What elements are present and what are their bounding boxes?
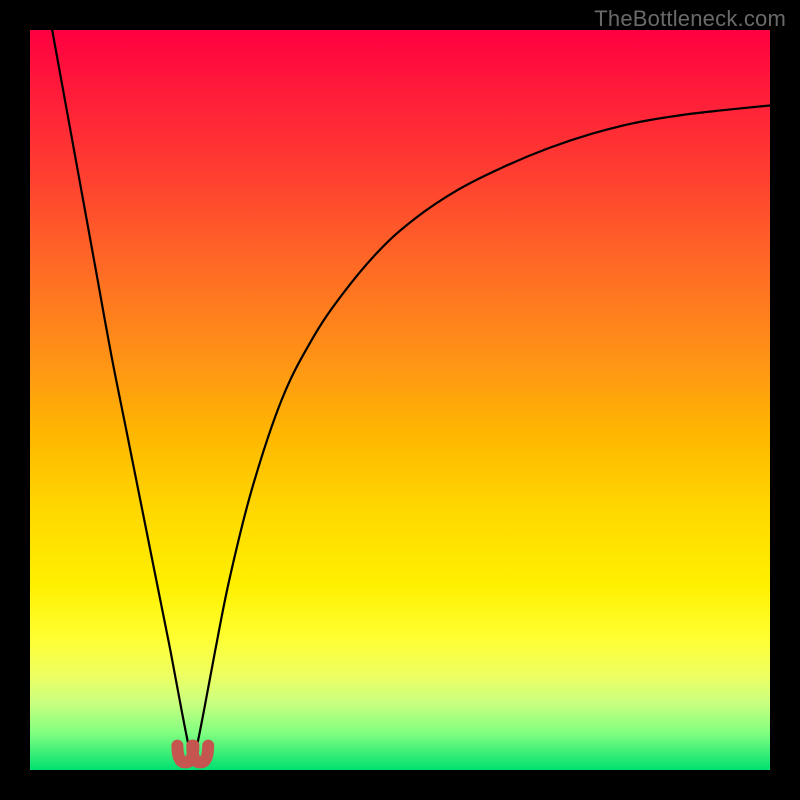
optimum-markers [177, 746, 208, 763]
watermark-text: TheBottleneck.com [594, 6, 786, 32]
optimum-marker [192, 746, 208, 763]
bottleneck-curve [52, 30, 770, 759]
plot-area [30, 30, 770, 770]
chart-frame: TheBottleneck.com [0, 0, 800, 800]
curve-layer [30, 30, 770, 770]
